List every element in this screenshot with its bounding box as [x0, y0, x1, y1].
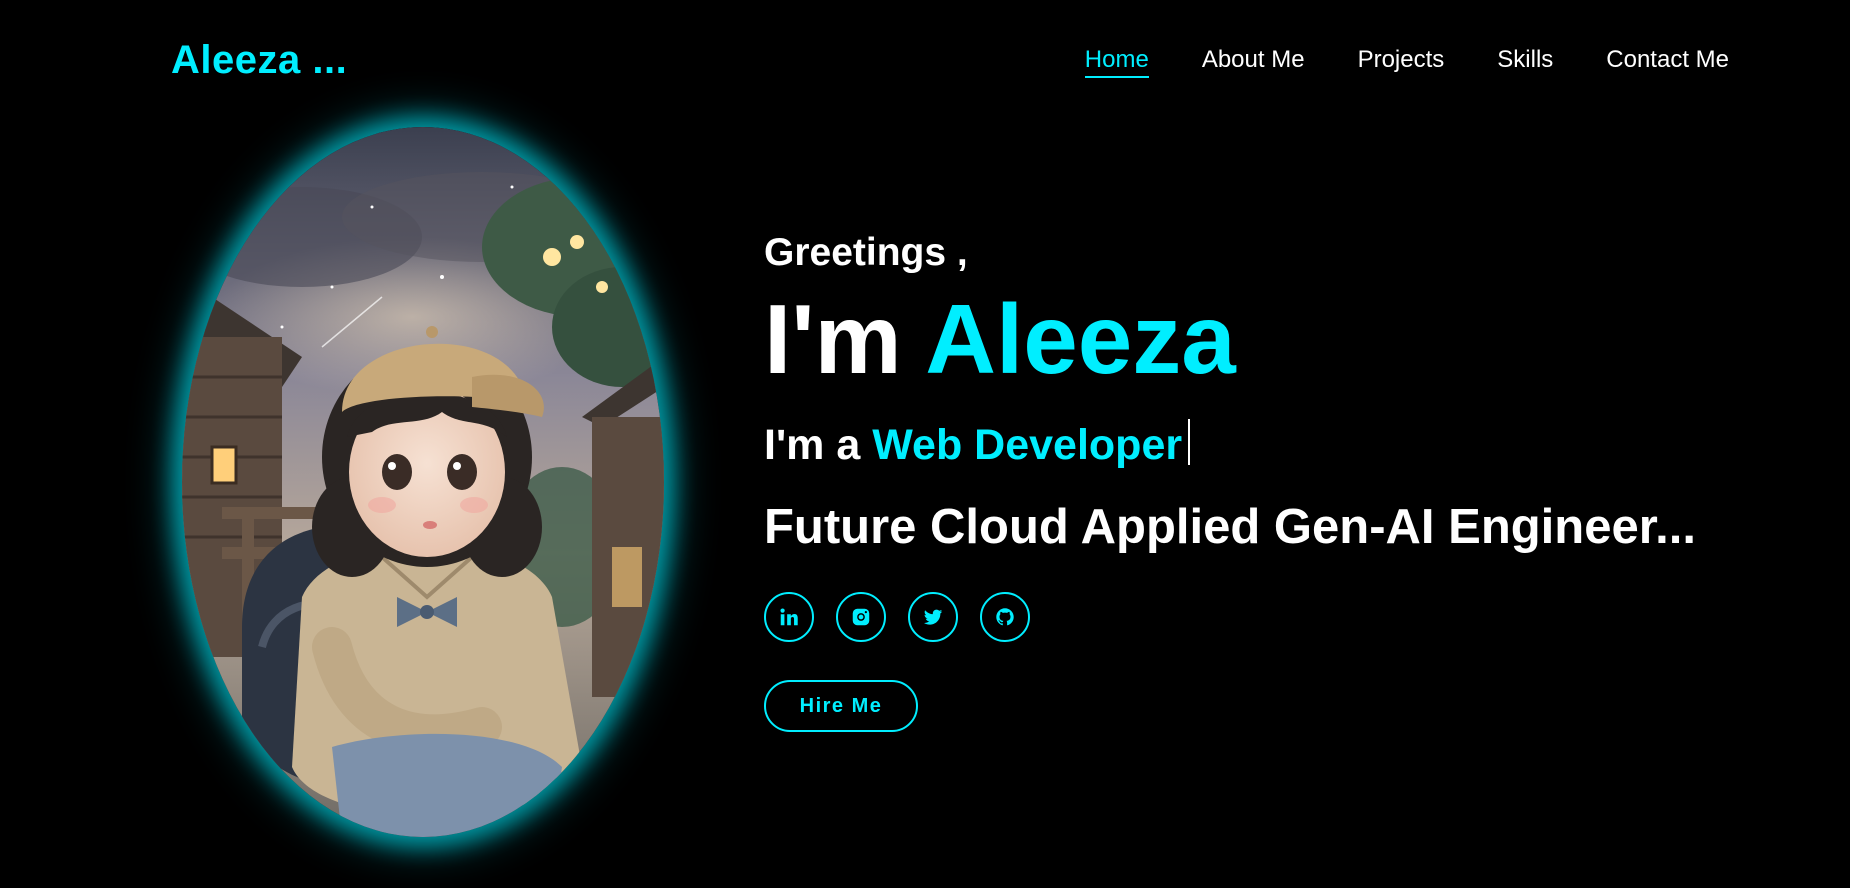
- profile-portrait: [182, 127, 664, 837]
- hire-me-button[interactable]: Hire Me: [764, 680, 918, 732]
- github-icon: [996, 608, 1014, 626]
- nav-skills[interactable]: Skills: [1497, 46, 1553, 78]
- twitter-icon: [923, 609, 943, 625]
- nav-about-me[interactable]: About Me: [1202, 46, 1305, 78]
- linkedin-icon: [780, 608, 798, 626]
- role-highlight: Web Developer: [872, 421, 1183, 469]
- instagram-link[interactable]: [836, 592, 886, 642]
- social-links: [764, 592, 1030, 642]
- site-logo[interactable]: Aleeza ...: [171, 38, 347, 83]
- twitter-link[interactable]: [908, 592, 958, 642]
- hero-title: I'm Aleeza: [764, 290, 1236, 388]
- portrait-illustration: [182, 127, 664, 837]
- linkedin-link[interactable]: [764, 592, 814, 642]
- typing-caret: [1188, 419, 1191, 465]
- tagline: Future Cloud Applied Gen-AI Engineer...: [764, 500, 1696, 554]
- page: Aleeza ... Home About Me Projects Skills…: [0, 0, 1850, 888]
- title-name: Aleeza: [925, 284, 1236, 394]
- title-prefix: I'm: [764, 284, 902, 394]
- main-nav: Home About Me Projects Skills Contact Me: [1084, 46, 1729, 78]
- github-link[interactable]: [980, 592, 1030, 642]
- nav-home[interactable]: Home: [1084, 46, 1149, 78]
- greeting-text: Greetings ,: [764, 231, 968, 274]
- nav-projects[interactable]: Projects: [1358, 46, 1445, 78]
- nav-contact-me[interactable]: Contact Me: [1606, 46, 1729, 78]
- instagram-icon: [852, 608, 870, 626]
- role-line: I'm a Web Developer: [764, 419, 1191, 470]
- role-prefix: I'm a: [764, 421, 861, 469]
